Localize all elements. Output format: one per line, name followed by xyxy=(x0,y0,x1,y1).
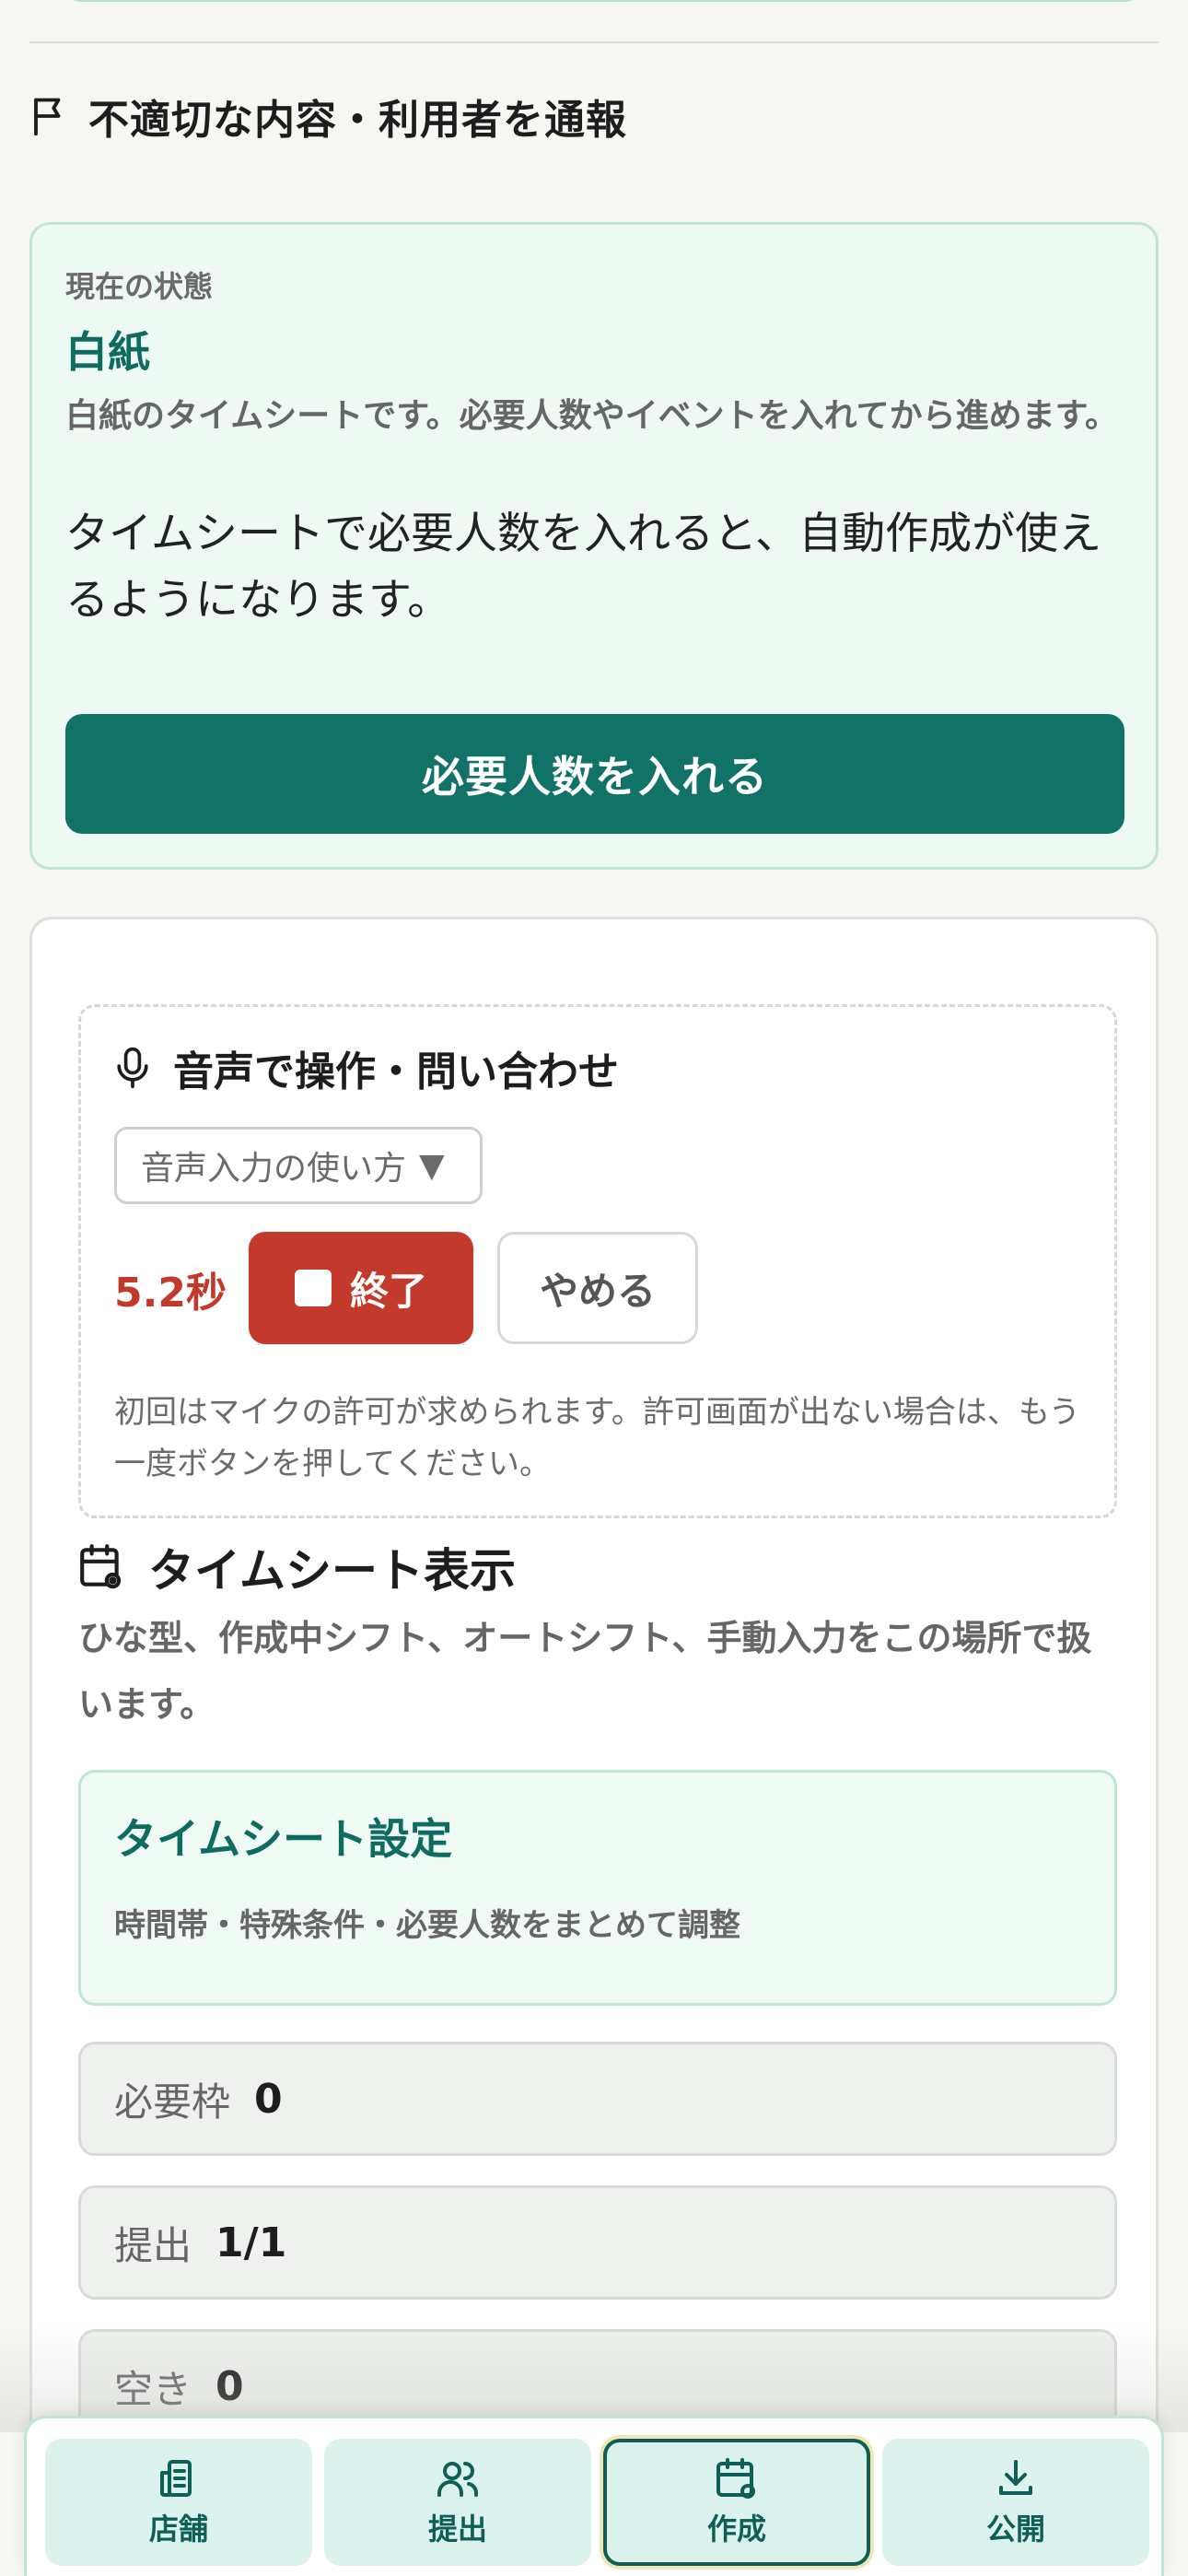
nav-tab-store[interactable]: 店舗 xyxy=(45,2439,312,2566)
nav-tab-label: 公開 xyxy=(985,2512,1045,2547)
timesheet-settings-subtitle: 時間帯・特殊条件・必要人数をまとめて調整 xyxy=(114,1907,740,1944)
users-icon xyxy=(437,2462,478,2497)
timesheet-title: タイムシート表示 xyxy=(78,1539,516,1598)
stat-value: 0 xyxy=(254,2075,283,2123)
enter-required-staff-button[interactable]: 必要人数を入れる xyxy=(65,714,1124,834)
stop-recording-label: 終了 xyxy=(349,1268,427,1314)
stat-submitted: 提出 1/1 xyxy=(78,2185,1117,2300)
nav-tab-label: 提出 xyxy=(427,2512,487,2547)
status-state: 白紙 xyxy=(65,327,150,377)
status-hint: タイムシートで必要人数を入れると、自動作成が使えるようになります。 xyxy=(65,509,1102,626)
page: 不適切な内容・利用者を通報 現在の状態 白紙 白紙のタイムシートです。必要人数や… xyxy=(0,0,1188,2576)
divider xyxy=(29,41,1159,43)
recording-timer: 5.2秒 xyxy=(114,1270,227,1317)
flag-icon xyxy=(34,98,61,136)
timesheet-title-label: タイムシート表示 xyxy=(148,1544,516,1598)
calendar-gear-icon xyxy=(80,1544,122,1589)
store-icon xyxy=(160,2460,192,2497)
previous-card-edge xyxy=(64,0,1142,2)
stop-icon xyxy=(294,1270,332,1306)
nav-tab-label: 作成 xyxy=(706,2512,766,2547)
voice-note: 初回はマイクの許可が求められます。許可画面が出ない場合は、もう一度ボタンを押して… xyxy=(114,1394,1080,1482)
timesheet-settings-card[interactable]: タイムシート設定 時間帯・特殊条件・必要人数をまとめて調整 xyxy=(78,1770,1117,2006)
stat-value: 1/1 xyxy=(215,2219,287,2266)
nav-tab-label: 店舗 xyxy=(148,2512,208,2547)
status-card: 現在の状態 白紙 白紙のタイムシートです。必要人数やイベントを入れてから進めます… xyxy=(29,222,1159,870)
stat-label: 提出 xyxy=(114,2222,192,2268)
voice-title-label: 音声で操作・問い合わせ xyxy=(173,1048,619,1095)
bottom-nav: 店舗 提出 作成 公開 xyxy=(24,2416,1164,2576)
timesheet-settings-title: タイムシート設定 xyxy=(114,1814,453,1864)
download-icon xyxy=(999,2460,1032,2495)
status-eyebrow: 現在の状態 xyxy=(65,269,214,304)
report-link[interactable]: 不適切な内容・利用者を通報 xyxy=(29,90,627,144)
status-description: 白紙のタイムシートです。必要人数やイベントを入れてから進めます。 xyxy=(65,397,1119,435)
stat-required-slots: 必要枠 0 xyxy=(78,2042,1117,2156)
calendar-gear-icon xyxy=(716,2458,755,2499)
voice-howto-label: 音声入力の使い方 xyxy=(141,1150,407,1188)
voice-howto-dropdown[interactable]: 音声入力の使い方 ▼ xyxy=(114,1127,483,1204)
nav-tab-submit[interactable]: 提出 xyxy=(324,2439,591,2566)
voice-panel: 音声で操作・問い合わせ 音声入力の使い方 ▼ 5.2秒 終了 やめる 初回はマイ… xyxy=(78,1004,1117,1518)
nav-tab-create[interactable]: 作成 xyxy=(603,2439,870,2566)
report-link-label: 不適切な内容・利用者を通報 xyxy=(88,97,627,144)
nav-tab-publish[interactable]: 公開 xyxy=(882,2439,1149,2566)
stop-recording-button[interactable]: 終了 xyxy=(249,1232,473,1344)
caret-down-icon: ▼ xyxy=(419,1146,445,1185)
stat-label: 必要枠 xyxy=(114,2078,231,2125)
voice-title: 音声で操作・問い合わせ xyxy=(114,1040,619,1095)
microphone-icon xyxy=(117,1047,148,1089)
cancel-recording-button[interactable]: やめる xyxy=(497,1232,698,1344)
timesheet-description: ひな型、作成中シフト、オートシフト、手動入力をこの場所で扱います。 xyxy=(78,1618,1092,1725)
